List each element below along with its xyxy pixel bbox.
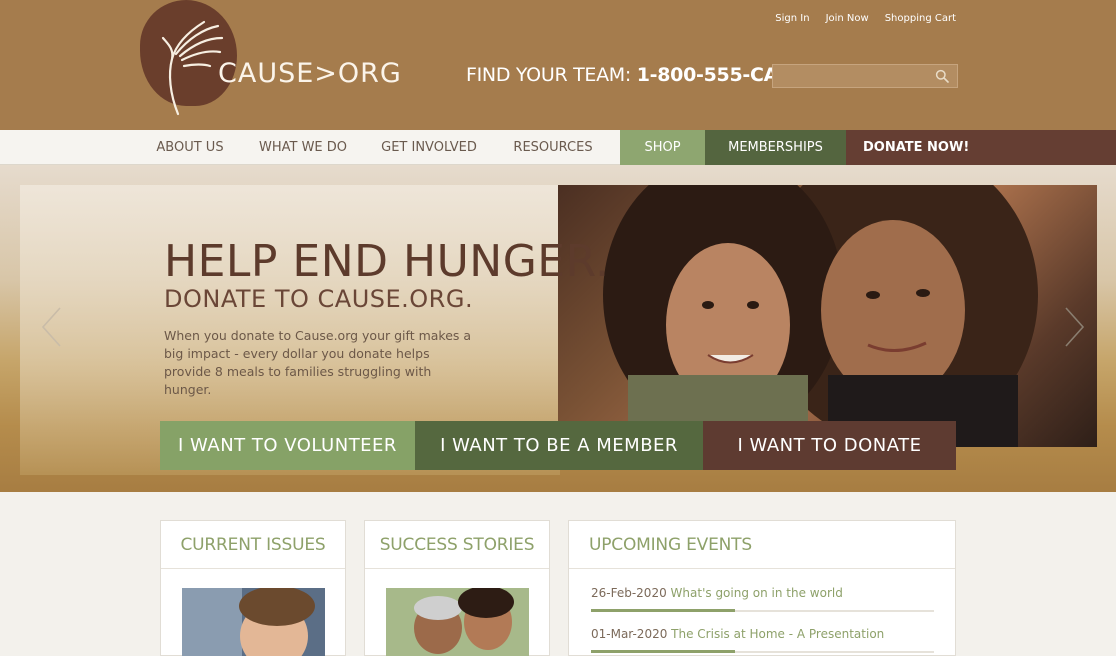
mother-daughter-photo bbox=[603, 185, 1038, 447]
success-stories-card: SUCCESS STORIES bbox=[364, 520, 550, 656]
search-box bbox=[772, 64, 958, 88]
find-team-label: FIND YOUR TEAM: bbox=[466, 64, 631, 86]
shopping-cart-link[interactable]: Shopping Cart bbox=[885, 13, 956, 24]
current-issues-title[interactable]: CURRENT ISSUES bbox=[161, 535, 345, 555]
event-divider-fill bbox=[591, 650, 735, 653]
volunteer-button[interactable]: I WANT TO VOLUNTEER bbox=[160, 421, 415, 470]
current-issues-image[interactable] bbox=[182, 588, 325, 656]
member-button[interactable]: I WANT TO BE A MEMBER bbox=[415, 421, 703, 470]
hero-photo bbox=[558, 185, 1097, 447]
nav-about-us[interactable]: ABOUT US bbox=[146, 130, 234, 165]
upcoming-events-card: UPCOMING EVENTS 26-Feb-2020 What's going… bbox=[568, 520, 956, 656]
event-item: 01-Mar-2020 The Crisis at Home - A Prese… bbox=[591, 627, 884, 641]
success-stories-title[interactable]: SUCCESS STORIES bbox=[365, 535, 549, 555]
carousel-next-icon[interactable] bbox=[1062, 306, 1086, 348]
card-divider bbox=[161, 568, 345, 569]
main-nav: ABOUT US WHAT WE DO GET INVOLVED RESOURC… bbox=[0, 130, 1116, 165]
utility-links: Sign In Join Now Shopping Cart bbox=[775, 13, 956, 24]
nav-resources[interactable]: RESOURCES bbox=[505, 130, 601, 165]
event-title[interactable]: What's going on in the world bbox=[671, 586, 843, 600]
upcoming-events-title[interactable]: UPCOMING EVENTS bbox=[569, 535, 955, 555]
nav-donate-now[interactable]: DONATE NOW! bbox=[846, 130, 1116, 165]
hero-subtitle: DONATE TO CAUSE.ORG. bbox=[164, 285, 474, 313]
event-divider-fill bbox=[591, 609, 735, 612]
event-divider bbox=[591, 609, 934, 612]
nav-memberships[interactable]: MEMBERSHIPS bbox=[705, 130, 846, 165]
current-issues-card: CURRENT ISSUES bbox=[160, 520, 346, 656]
logo-text[interactable]: CAUSE>ORG bbox=[218, 58, 402, 89]
event-item: 26-Feb-2020 What's going on in the world bbox=[591, 586, 843, 600]
nav-what-we-do[interactable]: WHAT WE DO bbox=[254, 130, 352, 165]
event-date: 26-Feb-2020 bbox=[591, 586, 667, 600]
search-icon[interactable] bbox=[935, 69, 949, 83]
find-team-text: FIND YOUR TEAM: 1-800-555-CAUSE bbox=[466, 64, 819, 86]
success-stories-image[interactable] bbox=[386, 588, 529, 656]
event-title[interactable]: The Crisis at Home - A Presentation bbox=[671, 627, 884, 641]
hero-body: When you donate to Cause.org your gift m… bbox=[164, 328, 472, 397]
hero-title: HELP END HUNGER. bbox=[164, 236, 610, 287]
carousel-prev-icon[interactable] bbox=[40, 306, 64, 348]
donate-button[interactable]: I WANT TO DONATE bbox=[703, 421, 956, 470]
site-header: CAUSE>ORG Sign In Join Now Shopping Cart… bbox=[0, 0, 1116, 130]
card-divider bbox=[569, 568, 955, 569]
nav-get-involved[interactable]: GET INVOLVED bbox=[375, 130, 483, 165]
card-divider bbox=[365, 568, 549, 569]
search-input[interactable] bbox=[773, 65, 933, 87]
event-divider bbox=[591, 650, 934, 653]
event-date: 01-Mar-2020 bbox=[591, 627, 668, 641]
nav-shop[interactable]: SHOP bbox=[620, 130, 705, 165]
sign-in-link[interactable]: Sign In bbox=[775, 13, 809, 24]
join-now-link[interactable]: Join Now bbox=[826, 13, 869, 24]
